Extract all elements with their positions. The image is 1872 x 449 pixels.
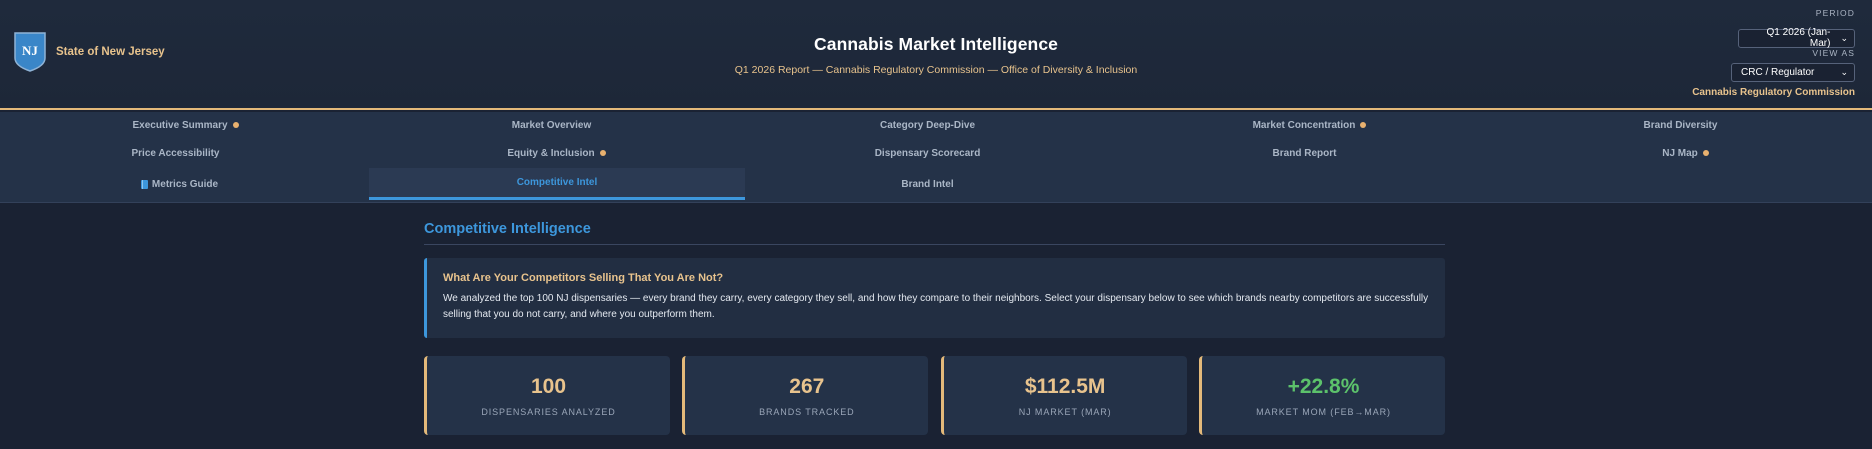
page-title: Cannabis Market Intelligence	[814, 34, 1058, 54]
tab-label: Category Deep-Dive	[879, 119, 976, 131]
chevron-down-icon: ⌄	[1840, 67, 1848, 77]
tab-label: Dispensary Scorecard	[874, 147, 981, 159]
kpi-value: 100	[530, 375, 567, 398]
tab-label: Competitive Intel	[516, 177, 598, 188]
tab-brand-diversity[interactable]: Brand Diversity	[1495, 112, 1866, 138]
chevron-down-icon: ⌄	[1840, 32, 1848, 43]
period-select[interactable]: Q1 2026 (Jan-Mar) ⌄	[1738, 27, 1855, 49]
tab-market-overview[interactable]: Market Overview	[366, 112, 737, 138]
view-as-label: VIEW AS	[1812, 48, 1855, 58]
tab-metrics-guide[interactable]: Metrics Guide	[0, 168, 365, 200]
organization-name: Cannabis Regulatory Commission	[1692, 87, 1855, 98]
tab-label: Equity & Inclusion	[507, 147, 595, 159]
callout-title: What Are Your Competitors Selling That Y…	[443, 272, 724, 284]
kpi-value: 267	[789, 375, 825, 398]
main-nav: Executive Summary Market Overview Catego…	[0, 112, 1872, 203]
section-title: Competitive Intelligence	[424, 221, 1445, 245]
update-dot-icon	[1360, 122, 1367, 128]
info-callout: What Are Your Competitors Selling That Y…	[424, 258, 1445, 338]
tab-dispensary-scorecard[interactable]: Dispensary Scorecard	[742, 138, 1113, 168]
tab-label: Market Concentration	[1252, 119, 1356, 131]
kpi-label: DISPENSARIES ANALYZED	[481, 407, 616, 417]
kpi-card-market-mom: +22.8% MARKET MOM (FEB→MAR)	[1198, 356, 1445, 435]
tab-brand-report[interactable]: Brand Report	[1119, 138, 1490, 168]
kpi-card-brands: 267 BRANDS TRACKED	[682, 356, 929, 435]
tab-executive-summary[interactable]: Executive Summary	[0, 112, 371, 138]
view-as-select-value: CRC / Regulator	[1741, 67, 1815, 78]
period-label: PERIOD	[1815, 8, 1855, 18]
tab-label: Price Accessibility	[131, 147, 220, 159]
tab-nj-map[interactable]: NJ Map	[1500, 138, 1871, 168]
kpi-label: MARKET MOM (FEB→MAR)	[1256, 407, 1391, 417]
tab-label: Metrics Guide	[151, 178, 219, 190]
tab-price-accessibility[interactable]: Price Accessibility	[0, 138, 361, 168]
tab-label: Brand Intel	[901, 178, 954, 190]
update-dot-icon	[232, 122, 239, 128]
update-dot-icon	[1702, 150, 1709, 156]
kpi-label: NJ MARKET (MAR)	[1018, 407, 1112, 417]
update-dot-icon	[599, 150, 606, 156]
book-icon	[140, 179, 148, 189]
page-subtitle: Q1 2026 Report — Cannabis Regulatory Com…	[734, 64, 1138, 76]
kpi-card-market-size: $112.5M NJ MARKET (MAR)	[940, 356, 1187, 435]
tab-category-deep-dive[interactable]: Category Deep-Dive	[742, 112, 1113, 138]
tab-label: NJ Map	[1662, 147, 1698, 159]
kpi-cards: 100 DISPENSARIES ANALYZED 267 BRANDS TRA…	[424, 356, 1445, 435]
main-content: Competitive Intelligence What Are Your C…	[424, 204, 1445, 435]
tab-label: Brand Diversity	[1643, 119, 1718, 131]
kpi-card-dispensaries: 100 DISPENSARIES ANALYZED	[424, 356, 670, 435]
app-header: NJ State of New Jersey Cannabis Market I…	[0, 0, 1872, 110]
tab-equity-inclusion[interactable]: Equity & Inclusion	[371, 138, 742, 168]
tab-label: Brand Report	[1272, 147, 1337, 159]
callout-body: We analyzed the top 100 NJ dispensaries …	[443, 293, 1429, 320]
kpi-value: $112.5M	[1024, 375, 1106, 398]
tab-market-concentration[interactable]: Market Concentration	[1124, 112, 1495, 138]
tab-label: Market Overview	[511, 119, 592, 131]
kpi-label: BRANDS TRACKED	[759, 407, 855, 417]
kpi-value: +22.8%	[1287, 375, 1360, 398]
period-select-value: Q1 2026 (Jan-Mar)	[1766, 27, 1831, 49]
view-as-select[interactable]: CRC / Regulator ⌄	[1731, 63, 1855, 82]
tab-brand-intel[interactable]: Brand Intel	[742, 168, 1113, 200]
tab-label: Executive Summary	[132, 119, 228, 131]
tab-competitive-intel[interactable]: Competitive Intel	[369, 168, 745, 200]
